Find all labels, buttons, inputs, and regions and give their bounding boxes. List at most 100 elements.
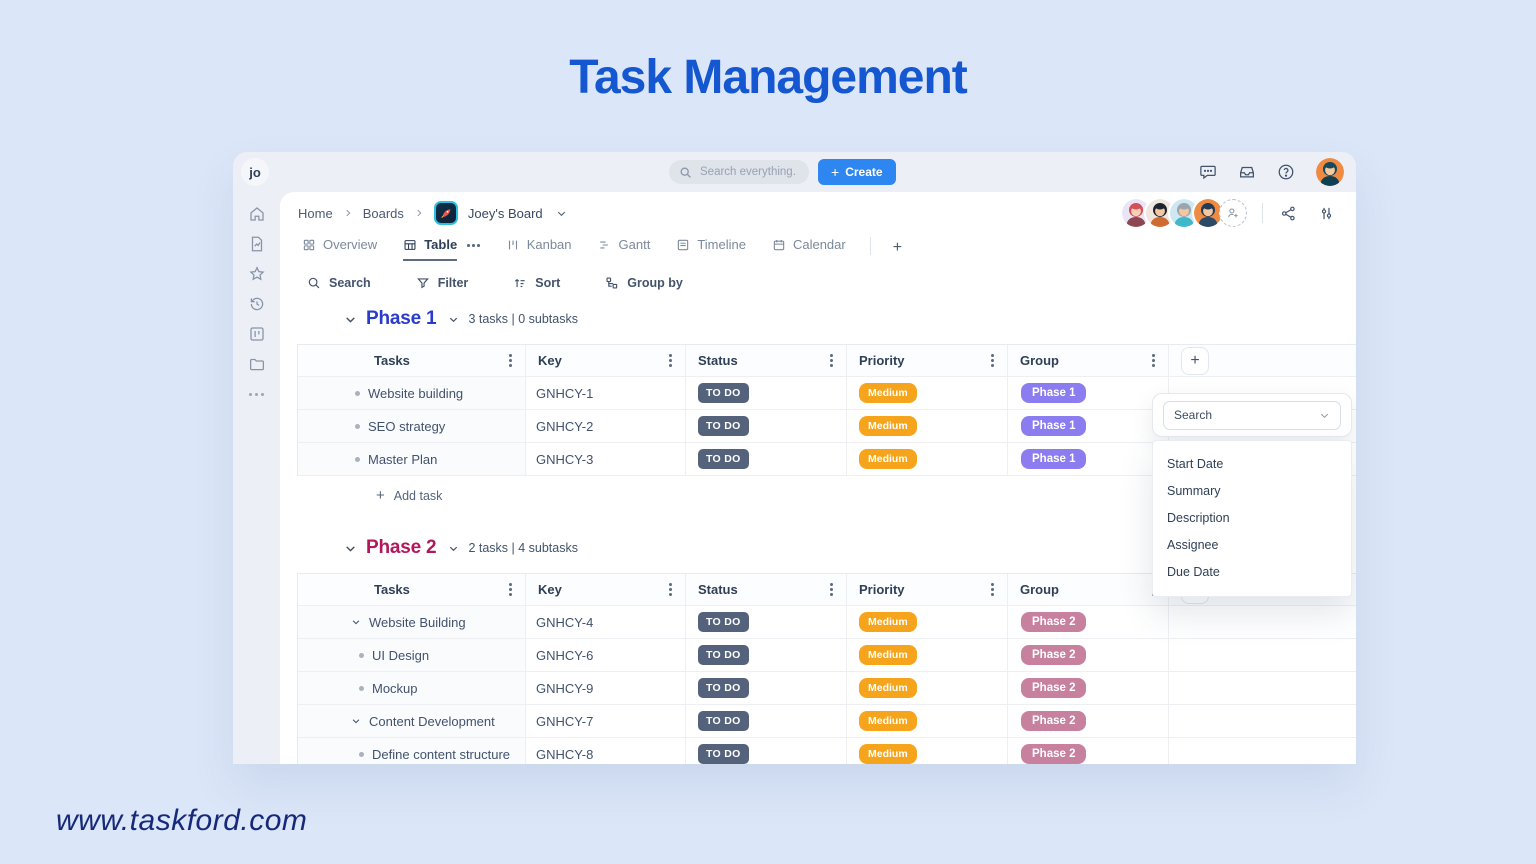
- task-name[interactable]: Mockup: [372, 681, 418, 696]
- chevron-down-icon[interactable]: [351, 617, 361, 627]
- global-search-input[interactable]: [698, 165, 799, 179]
- history-icon[interactable]: [248, 295, 266, 313]
- report-icon[interactable]: [248, 235, 266, 253]
- user-avatar[interactable]: [1316, 158, 1344, 186]
- toolbar-sort[interactable]: Sort: [513, 276, 560, 290]
- settings-sliders-icon[interactable]: [1316, 205, 1336, 222]
- add-column-dropdown: Search Start DateSummaryDescriptionAssig…: [1152, 393, 1352, 597]
- star-icon[interactable]: [248, 265, 266, 283]
- group-badge[interactable]: Phase 2: [1021, 612, 1086, 632]
- drag-dot-icon: [355, 391, 360, 396]
- column-menu-icon[interactable]: [1149, 351, 1158, 370]
- status-badge[interactable]: TO DO: [698, 678, 749, 698]
- group-badge[interactable]: Phase 2: [1021, 645, 1086, 665]
- task-name[interactable]: Content Development: [369, 714, 495, 729]
- status-badge[interactable]: TO DO: [698, 416, 749, 436]
- group-name[interactable]: Phase 2: [366, 537, 436, 559]
- table-row[interactable]: UI DesignGNHCY-6TO DOMediumPhase 2: [298, 639, 1356, 672]
- tab-kanban[interactable]: Kanban: [506, 237, 572, 259]
- status-badge[interactable]: TO DO: [698, 449, 749, 469]
- dropdown-option[interactable]: Summary: [1153, 477, 1351, 504]
- column-menu-icon[interactable]: [827, 351, 836, 370]
- global-search[interactable]: [669, 160, 809, 184]
- priority-badge[interactable]: Medium: [859, 645, 917, 665]
- add-column-button[interactable]: +: [1181, 347, 1209, 375]
- home-icon[interactable]: [248, 205, 266, 223]
- dropdown-option[interactable]: Assignee: [1153, 531, 1351, 558]
- help-icon[interactable]: [1277, 163, 1295, 181]
- toolbar-search[interactable]: Search: [307, 276, 371, 290]
- column-menu-icon[interactable]: [827, 580, 836, 599]
- group-badge[interactable]: Phase 1: [1021, 449, 1086, 469]
- tab-gantt[interactable]: Gantt: [598, 237, 651, 259]
- chevron-down-icon[interactable]: [344, 542, 357, 555]
- more-icon[interactable]: [249, 393, 264, 396]
- column-menu-icon[interactable]: [506, 580, 515, 599]
- dropdown-option[interactable]: Due Date: [1153, 558, 1351, 585]
- create-button[interactable]: + Create: [818, 159, 896, 185]
- priority-badge[interactable]: Medium: [859, 612, 917, 632]
- tab-timeline[interactable]: Timeline: [676, 237, 746, 259]
- group-badge[interactable]: Phase 1: [1021, 416, 1086, 436]
- column-menu-icon[interactable]: [506, 351, 515, 370]
- column-menu-icon[interactable]: [988, 351, 997, 370]
- column-menu-icon[interactable]: [988, 580, 997, 599]
- table-row[interactable]: Website BuildingGNHCY-4TO DOMediumPhase …: [298, 606, 1356, 639]
- column-header-key: Key: [538, 353, 562, 368]
- workspace-logo[interactable]: jo: [241, 158, 269, 186]
- chevron-down-icon[interactable]: [344, 313, 357, 326]
- task-name[interactable]: UI Design: [372, 648, 429, 663]
- add-view-button[interactable]: +: [893, 237, 902, 257]
- task-name[interactable]: SEO strategy: [368, 419, 445, 434]
- inbox-icon[interactable]: [1238, 163, 1256, 181]
- priority-badge[interactable]: Medium: [859, 678, 917, 698]
- group-badge[interactable]: Phase 2: [1021, 678, 1086, 698]
- share-icon[interactable]: [1278, 205, 1298, 222]
- tab-overview[interactable]: Overview: [302, 237, 377, 259]
- table-row[interactable]: Define content structureGNHCY-8TO DOMedi…: [298, 738, 1356, 764]
- table-row[interactable]: MockupGNHCY-9TO DOMediumPhase 2: [298, 672, 1356, 705]
- chat-icon[interactable]: [1199, 163, 1217, 181]
- status-badge[interactable]: TO DO: [698, 612, 749, 632]
- status-badge[interactable]: TO DO: [698, 383, 749, 403]
- group-badge[interactable]: Phase 2: [1021, 744, 1086, 764]
- breadcrumb-boards[interactable]: Boards: [363, 206, 404, 221]
- task-name[interactable]: Website building: [368, 386, 463, 401]
- table-row[interactable]: Content DevelopmentGNHCY-7TO DOMediumPha…: [298, 705, 1356, 738]
- priority-badge[interactable]: Medium: [859, 449, 917, 469]
- task-name[interactable]: Define content structure: [372, 747, 510, 762]
- toolbar-group-by[interactable]: Group by: [605, 276, 683, 290]
- chevron-down-icon[interactable]: [448, 314, 459, 325]
- chevron-down-icon[interactable]: [448, 543, 459, 554]
- breadcrumb-board-name[interactable]: Joey's Board: [468, 206, 543, 221]
- priority-badge[interactable]: Medium: [859, 416, 917, 436]
- priority-badge[interactable]: Medium: [859, 711, 917, 731]
- status-badge[interactable]: TO DO: [698, 711, 749, 731]
- status-badge[interactable]: TO DO: [698, 645, 749, 665]
- group-badge[interactable]: Phase 1: [1021, 383, 1086, 403]
- breadcrumb-home[interactable]: Home: [298, 206, 333, 221]
- toolbar-filter[interactable]: Filter: [416, 276, 469, 290]
- task-name[interactable]: Master Plan: [368, 452, 437, 467]
- column-header-group: Group: [1020, 582, 1059, 597]
- status-badge[interactable]: TO DO: [698, 744, 749, 764]
- filter-icon: [416, 276, 430, 290]
- group-name[interactable]: Phase 1: [366, 308, 436, 330]
- chevron-down-icon[interactable]: [351, 716, 361, 726]
- tab-calendar[interactable]: Calendar: [772, 237, 846, 259]
- group-badge[interactable]: Phase 2: [1021, 711, 1086, 731]
- chevron-down-icon[interactable]: [556, 208, 567, 219]
- priority-badge[interactable]: Medium: [859, 383, 917, 403]
- dropdown-search-select[interactable]: Search: [1163, 401, 1341, 430]
- task-name[interactable]: Website Building: [369, 615, 466, 630]
- column-menu-icon[interactable]: [666, 351, 675, 370]
- board-icon[interactable]: [248, 325, 266, 343]
- invite-user-button[interactable]: [1219, 199, 1247, 227]
- folder-icon[interactable]: [248, 355, 266, 373]
- tab-table[interactable]: Table: [403, 237, 457, 261]
- dropdown-option[interactable]: Description: [1153, 504, 1351, 531]
- dropdown-option[interactable]: Start Date: [1153, 450, 1351, 477]
- column-menu-icon[interactable]: [666, 580, 675, 599]
- priority-badge[interactable]: Medium: [859, 744, 917, 764]
- tab-options-icon[interactable]: [467, 237, 480, 247]
